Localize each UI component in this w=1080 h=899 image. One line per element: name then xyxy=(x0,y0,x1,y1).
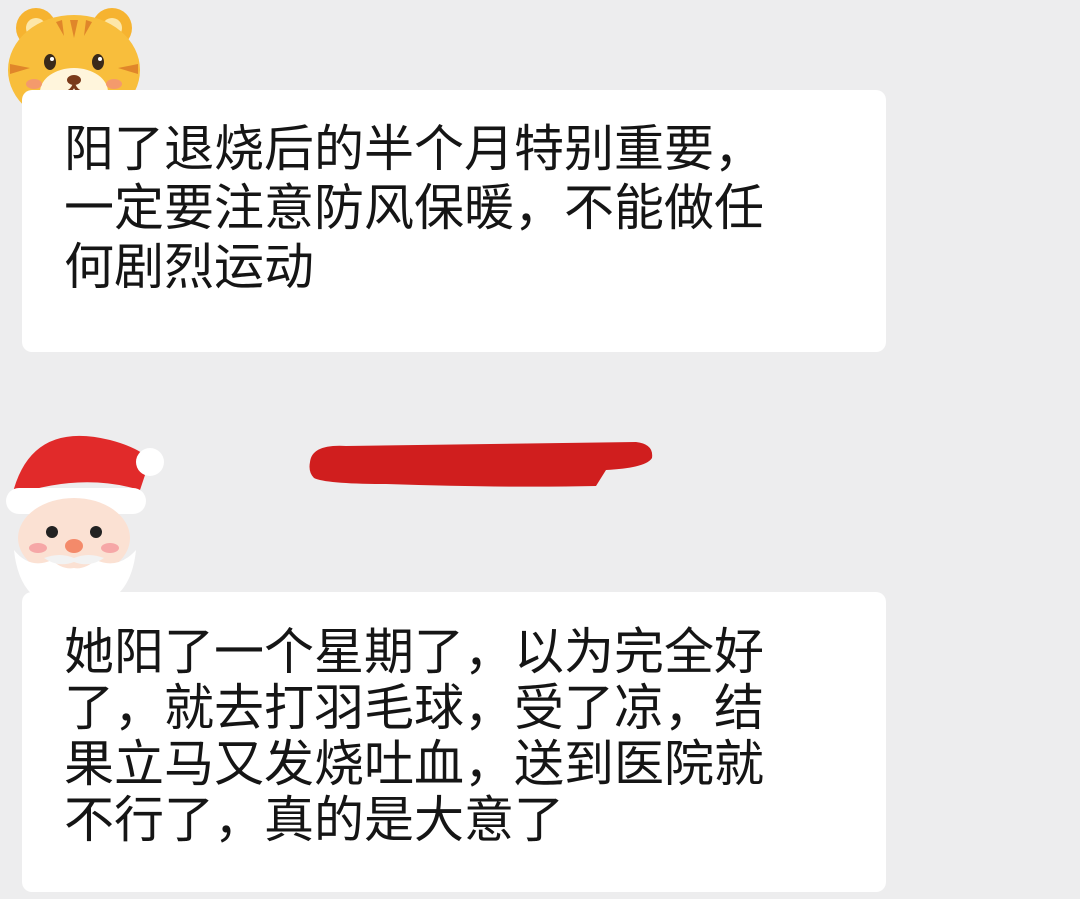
message-line: 一定要注意防风保暖，不能做任 xyxy=(64,179,764,237)
message-line: 阳了退烧后的半个月特别重要， xyxy=(64,120,764,178)
redaction-mark xyxy=(306,438,656,490)
santa-avatar[interactable] xyxy=(0,420,165,610)
message-text: 她阳了一个星期了，以为完全好 了，就去打羽毛球，受了凉，结 果立马又发烧吐血，送… xyxy=(64,624,886,848)
message-line: 不行了，真的是大意了 xyxy=(64,791,564,849)
message-text: 阳了退烧后的半个月特别重要， 一定要注意防风保暖，不能做任 何剧烈运动 xyxy=(64,120,886,297)
message-line: 了，就去打羽毛球，受了凉，结 xyxy=(64,679,764,737)
message-line: 她阳了一个星期了，以为完全好 xyxy=(64,623,764,681)
message-bubble[interactable]: 她阳了一个星期了，以为完全好 了，就去打羽毛球，受了凉，结 果立马又发烧吐血，送… xyxy=(22,592,886,892)
chat-window: 阳了退烧后的半个月特别重要， 一定要注意防风保暖，不能做任 何剧烈运动 她阳了一… xyxy=(0,0,1080,899)
message-bubble[interactable]: 阳了退烧后的半个月特别重要， 一定要注意防风保暖，不能做任 何剧烈运动 xyxy=(22,90,886,352)
message-line: 何剧烈运动 xyxy=(64,238,314,296)
message-line: 果立马又发烧吐血，送到医院就 xyxy=(64,735,764,793)
